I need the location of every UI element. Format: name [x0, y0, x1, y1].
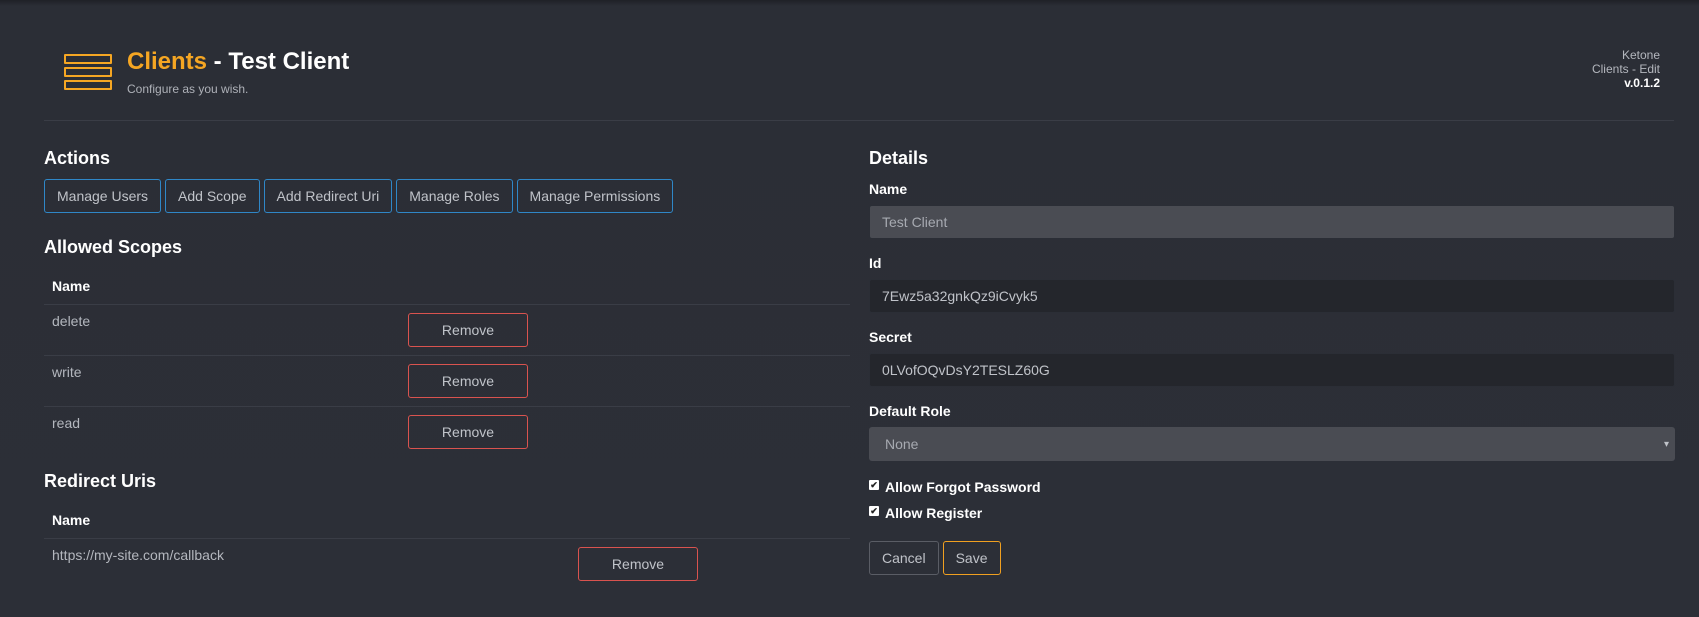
scope-actions-cell: Remove: [400, 407, 850, 458]
checkbox-group: ✔ Allow Forgot Password ✔ Allow Register: [869, 479, 1675, 521]
secret-label: Secret: [869, 329, 912, 345]
cancel-button[interactable]: Cancel: [869, 541, 939, 575]
actions-heading: Actions: [44, 148, 111, 168]
secret-field[interactable]: 0LVofOQvDsY2TESLZ60G: [869, 353, 1675, 387]
form-buttons: Cancel Save: [869, 541, 1675, 575]
default-role-label: Default Role: [869, 403, 951, 419]
scope-name: write: [44, 355, 400, 407]
left-column: Actions Manage Users Add Scope Add Redir…: [44, 148, 850, 589]
page-header: Clients - Test Client Configure as you w…: [44, 30, 1674, 121]
actions-toolbar: Manage Users Add Scope Add Redirect Uri …: [44, 179, 850, 213]
scope-name: read: [52, 415, 81, 431]
allow-forgot-password-checkbox[interactable]: ✔: [869, 480, 879, 490]
page-breadcrumb: Clients - Edit: [1591, 62, 1660, 76]
name-label: Name: [869, 181, 908, 197]
remove-scope-button[interactable]: Remove: [408, 313, 528, 347]
table-header-row: Name: [44, 502, 850, 539]
remove-scope-button[interactable]: Remove: [408, 415, 528, 449]
default-role-value: None: [885, 436, 919, 452]
column-header-name: Name: [44, 268, 400, 305]
allow-register-checkbox[interactable]: ✔: [869, 506, 879, 516]
scope-actions-cell: Remove: [400, 304, 850, 356]
manage-permissions-button[interactable]: Manage Permissions: [516, 179, 674, 213]
scope-name: delete: [44, 304, 400, 356]
page-title-section: Clients: [127, 48, 208, 75]
page-subtitle: Configure as you wish.: [127, 82, 249, 96]
redirect-uris-heading: Redirect Uris: [44, 471, 157, 491]
column-header-name: Name: [44, 502, 570, 539]
allow-forgot-password-row[interactable]: ✔ Allow Forgot Password: [869, 479, 1675, 495]
allowed-scopes-heading: Allowed Scopes: [44, 237, 183, 257]
table-row: https://my-site.com/callback Remove: [44, 539, 850, 590]
manage-roles-button[interactable]: Manage Roles: [396, 179, 513, 213]
remove-redirect-uri-button[interactable]: Remove: [578, 547, 698, 581]
table-header-row: Name: [44, 268, 850, 305]
secret-field-value: 0LVofOQvDsY2TESLZ60G: [882, 362, 1050, 378]
id-field-value: 7Ewz5a32gnkQz9iCvyk5: [882, 288, 1038, 304]
list-icon: [64, 54, 112, 92]
title-block: Clients - Test Client Configure as you w…: [127, 48, 349, 96]
header-meta: Ketone Clients - Edit v.0.1.2: [1592, 48, 1660, 90]
page-title-entity: - Test Client: [207, 48, 350, 75]
save-button[interactable]: Save: [942, 541, 1001, 575]
allow-register-label: Allow Register: [885, 505, 983, 521]
app-name: Ketone: [1621, 48, 1660, 62]
redirect-uri-value: https://my-site.com/callback: [52, 547, 224, 563]
table-row: write Remove: [44, 355, 850, 407]
redirect-uris-table: Name https://my-site.com/callback Remove: [44, 502, 850, 589]
remove-scope-button[interactable]: Remove: [408, 364, 528, 398]
allowed-scopes-table: Name delete Remove write Remove read Rem…: [44, 268, 850, 457]
default-role-select[interactable]: None ▾: [869, 427, 1675, 461]
add-scope-button[interactable]: Add Scope: [165, 179, 260, 213]
redirect-uri-actions-cell: Remove: [570, 539, 850, 590]
table-row: read Remove: [44, 407, 850, 458]
add-redirect-uri-button[interactable]: Add Redirect Uri: [263, 179, 393, 213]
column-header-actions: [400, 268, 850, 305]
page-title: Clients - Test Client: [127, 48, 349, 76]
name-field: Test Client: [869, 205, 1675, 239]
name-field-value: Test Client: [882, 214, 948, 230]
allow-register-row[interactable]: ✔ Allow Register: [869, 505, 1675, 521]
id-field[interactable]: 7Ewz5a32gnkQz9iCvyk5: [869, 279, 1675, 313]
details-form: Details Name Test Client Id 7Ewz5a32gnkQ…: [869, 148, 1675, 575]
details-heading: Details: [869, 148, 929, 168]
allow-forgot-password-label: Allow Forgot Password: [885, 479, 1041, 495]
chevron-down-icon: ▾: [1663, 438, 1669, 450]
id-label: Id: [869, 255, 882, 271]
table-row: delete Remove: [44, 304, 850, 356]
column-header-actions: [570, 502, 850, 539]
app-version: v.0.1.2: [1624, 76, 1660, 90]
scope-actions-cell: Remove: [400, 355, 850, 407]
manage-users-button[interactable]: Manage Users: [44, 179, 162, 213]
